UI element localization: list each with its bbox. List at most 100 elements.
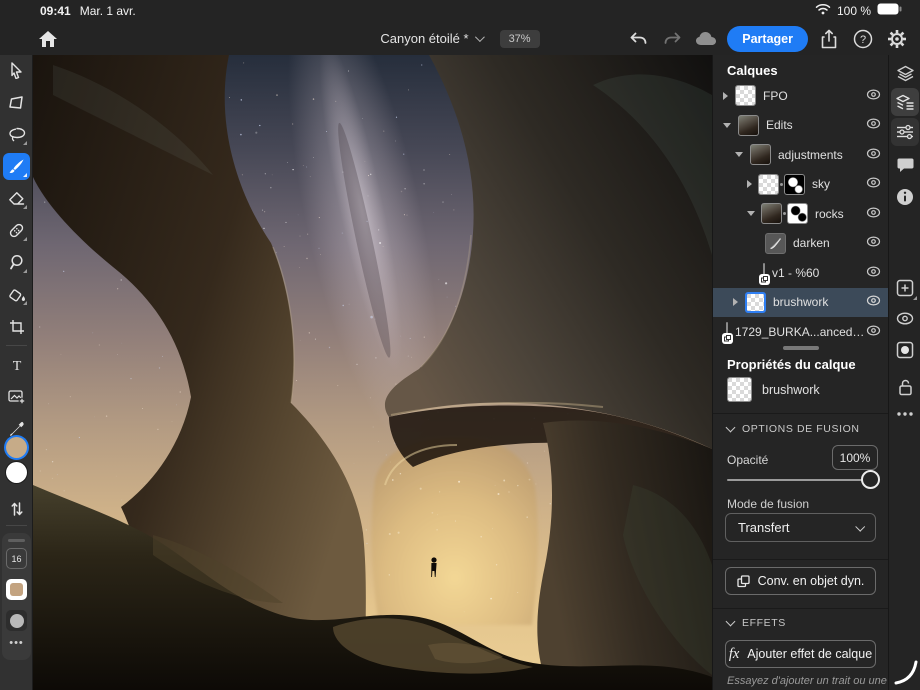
- zoom-level-badge[interactable]: 37%: [500, 30, 540, 48]
- disclosure-open-icon[interactable]: [723, 123, 731, 128]
- layer-row-v1[interactable]: v1 - %60: [713, 258, 889, 288]
- lock-icon[interactable]: [891, 373, 919, 401]
- visibility-eye-icon[interactable]: [866, 293, 881, 311]
- foreground-color-swatch[interactable]: [6, 437, 27, 458]
- layer-row-darken[interactable]: darken: [713, 229, 889, 259]
- layer-mask-thumbnail[interactable]: [784, 174, 805, 195]
- brush-tool[interactable]: [3, 153, 30, 180]
- visibility-eye-icon[interactable]: [866, 146, 881, 164]
- blend-options-header[interactable]: OPTIONS DE FUSION: [727, 423, 860, 435]
- opacity-value-field[interactable]: 100%: [832, 445, 878, 470]
- adjustments-icon[interactable]: [891, 118, 919, 146]
- layer-thumbnail[interactable]: [738, 115, 759, 136]
- visibility-eye-icon[interactable]: [866, 234, 881, 252]
- layer-row-rocks[interactable]: rocks: [713, 199, 889, 229]
- swap-colors-button[interactable]: [3, 495, 30, 522]
- undo-button[interactable]: [625, 26, 651, 52]
- comments-icon[interactable]: [891, 151, 919, 179]
- layer-row-adjustments[interactable]: adjustments: [713, 140, 889, 170]
- blend-mode-label: Mode de fusion: [727, 497, 809, 511]
- document-canvas[interactable]: [33, 55, 712, 690]
- layer-mask-thumbnail[interactable]: [787, 203, 808, 224]
- disclosure-closed-icon[interactable]: [723, 92, 728, 100]
- fill-tool[interactable]: [3, 281, 30, 308]
- home-button[interactable]: [36, 27, 60, 51]
- clone-stamp-tool[interactable]: [3, 249, 30, 276]
- brush-more-options-button[interactable]: •••: [2, 637, 31, 649]
- layer-row-edits[interactable]: Edits: [713, 111, 889, 141]
- titlebar: Canyon étoilé * 37% Partager: [0, 22, 920, 55]
- smart-object-badge-icon: [759, 274, 770, 285]
- taskbar-strip: [888, 55, 920, 690]
- corner-resize-handle[interactable]: [893, 657, 919, 690]
- cloud-sync-icon[interactable]: [693, 26, 719, 52]
- layer-thumbnail[interactable]: [758, 174, 779, 195]
- title-chevron-down-icon[interactable]: [475, 32, 485, 42]
- photoshop-ipad-app: 09:41 Mar. 1 avr. 100 % Canyon étoilé * …: [0, 0, 920, 690]
- info-icon[interactable]: [891, 183, 919, 211]
- blend-mode-dropdown[interactable]: Transfert: [725, 513, 876, 542]
- lasso-tool[interactable]: [3, 121, 30, 148]
- type-tool[interactable]: T: [3, 351, 30, 378]
- visibility-eye-icon[interactable]: [866, 264, 881, 282]
- opacity-label: Opacité: [727, 453, 768, 467]
- more-options-icon[interactable]: [891, 400, 919, 428]
- layer-row-fpo[interactable]: FPO: [713, 81, 889, 111]
- background-color-swatch[interactable]: [6, 462, 27, 483]
- properties-layer-thumbnail: [727, 377, 752, 402]
- chevron-down-icon: [726, 617, 736, 627]
- eraser-tool[interactable]: [3, 185, 30, 212]
- add-layer-effect-button[interactable]: fx Ajouter effet de calque: [725, 640, 876, 668]
- share-button[interactable]: Partager: [727, 26, 808, 52]
- wifi-icon: [815, 2, 831, 20]
- layer-thumbnail[interactable]: [750, 144, 771, 165]
- redo-button[interactable]: [659, 26, 685, 52]
- healing-brush-tool[interactable]: [3, 217, 30, 244]
- layers-panel-resize-handle[interactable]: [783, 346, 819, 350]
- opacity-slider-track[interactable]: [727, 479, 864, 481]
- add-layer-icon[interactable]: [891, 274, 919, 302]
- brush-shape-preview[interactable]: [6, 610, 27, 631]
- curves-adjustment-thumbnail[interactable]: [765, 233, 786, 254]
- disclosure-closed-icon[interactable]: [733, 298, 738, 306]
- chevron-down-icon: [726, 423, 736, 433]
- document-title[interactable]: Canyon étoilé *: [380, 31, 468, 46]
- brush-options-subpanel: 16 •••: [2, 533, 31, 660]
- visibility-eye-icon[interactable]: [866, 116, 881, 134]
- status-time: 09:41: [40, 4, 71, 18]
- place-image-tool[interactable]: [3, 383, 30, 410]
- smart-object-badge-icon: [722, 333, 733, 344]
- layer-thumbnail[interactable]: [761, 203, 782, 224]
- transform-tool[interactable]: [3, 89, 30, 116]
- layers-icon[interactable]: [891, 59, 919, 87]
- disclosure-closed-icon[interactable]: [747, 180, 752, 188]
- subpanel-drag-handle[interactable]: [8, 539, 25, 542]
- brush-tip-preview[interactable]: [6, 579, 27, 600]
- convert-smart-object-button[interactable]: Conv. en objet dyn.: [725, 567, 876, 595]
- layer-thumbnail[interactable]: [735, 85, 756, 106]
- visibility-eye-icon[interactable]: [866, 323, 881, 341]
- visibility-eye-icon[interactable]: [866, 205, 881, 223]
- disclosure-open-icon[interactable]: [735, 152, 743, 157]
- visibility-eye-icon[interactable]: [866, 87, 881, 105]
- export-icon[interactable]: [816, 26, 842, 52]
- help-icon[interactable]: ?: [850, 26, 876, 52]
- settings-gear-icon[interactable]: [884, 26, 910, 52]
- layer-row-brushwork-selected[interactable]: brushwork: [713, 288, 889, 318]
- brush-size-field[interactable]: 16: [6, 548, 27, 569]
- visibility-icon[interactable]: [891, 304, 919, 332]
- crop-tool[interactable]: [3, 313, 30, 340]
- layer-row-sky[interactable]: sky: [713, 170, 889, 200]
- disclosure-open-icon[interactable]: [747, 211, 755, 216]
- layer-row-1729-burka[interactable]: 1729_BURKA...anced-NR33: [713, 317, 889, 347]
- move-tool[interactable]: [3, 57, 30, 84]
- selected-layer-thumbnail[interactable]: [745, 292, 766, 313]
- effects-header[interactable]: EFFETS: [727, 617, 786, 629]
- mask-icon[interactable]: [891, 336, 919, 364]
- visibility-eye-icon[interactable]: [866, 175, 881, 193]
- fx-icon: fx: [729, 646, 739, 663]
- opacity-slider-handle[interactable]: [861, 470, 880, 489]
- battery-icon: [877, 2, 902, 20]
- effects-hint-text: Essayez d'ajouter un trait ou une: [727, 675, 887, 687]
- layer-properties-icon[interactable]: [891, 88, 919, 116]
